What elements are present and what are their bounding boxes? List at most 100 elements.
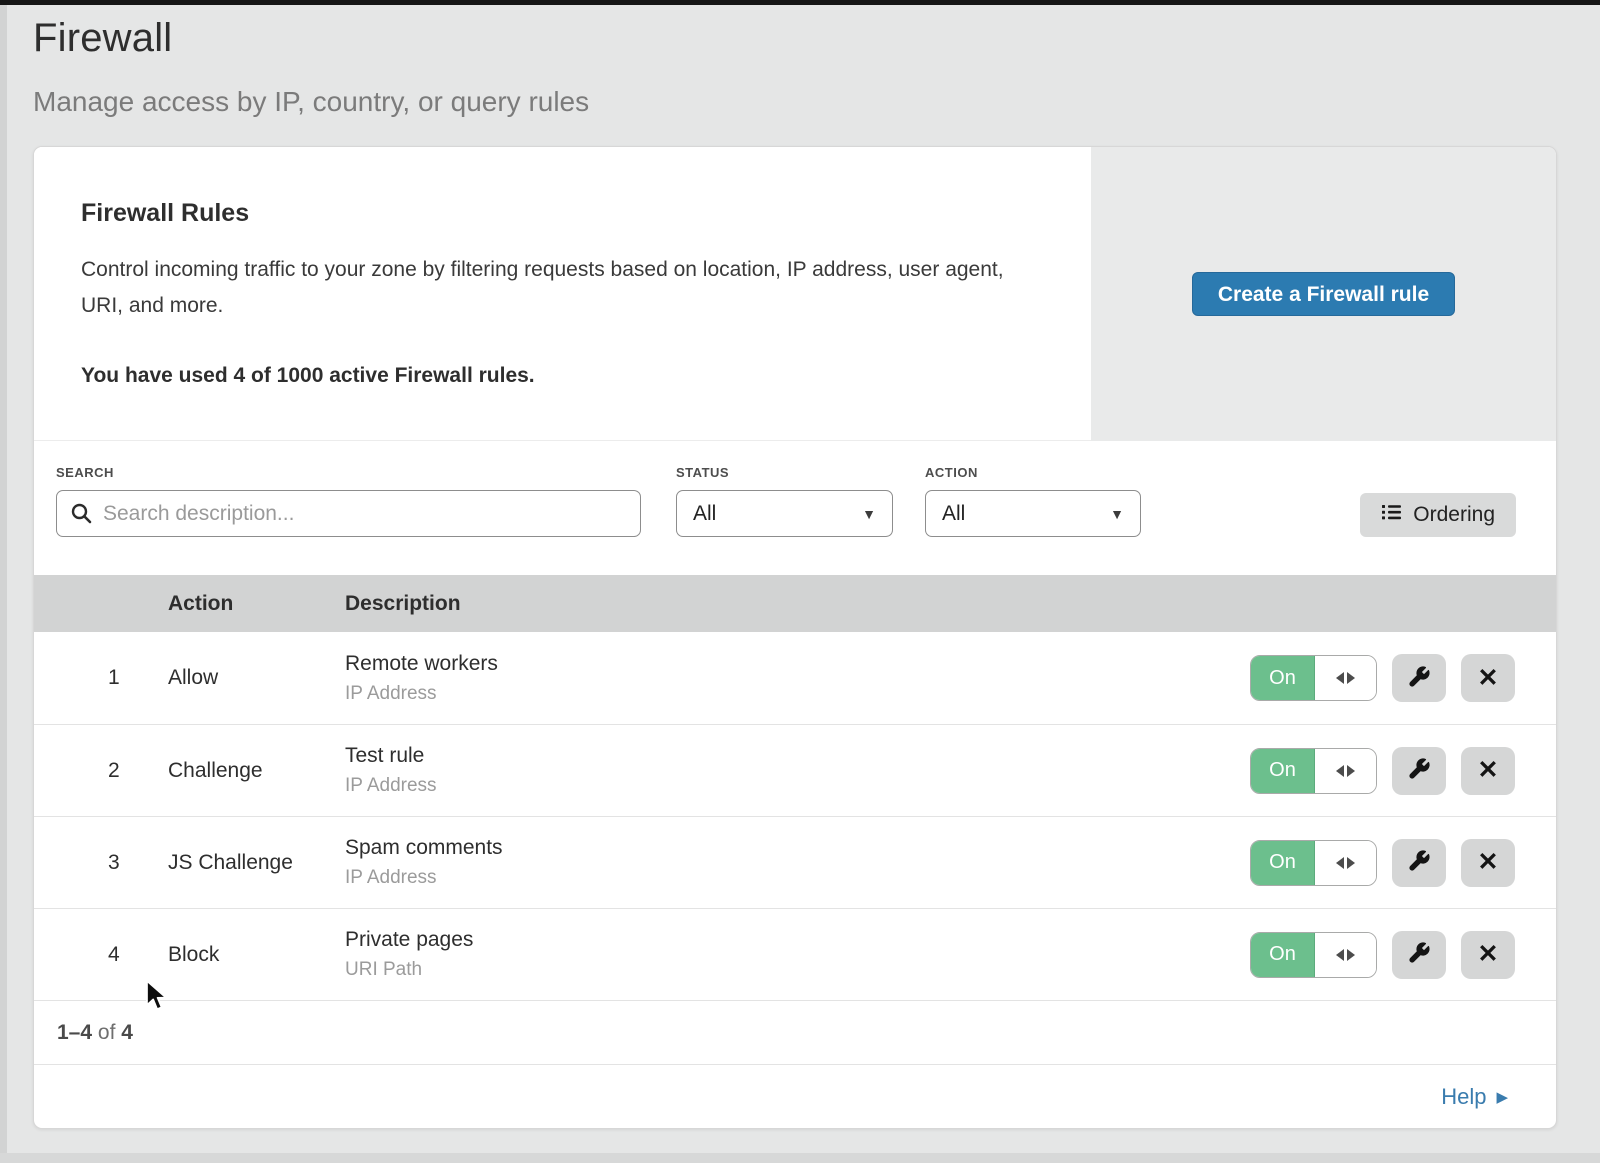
- delete-rule-button[interactable]: ✕: [1461, 747, 1515, 795]
- help-link-label: Help: [1441, 1084, 1486, 1110]
- chevron-down-icon: ▼: [862, 506, 876, 522]
- chevron-down-icon: ▼: [1110, 506, 1124, 522]
- page-subtitle: Manage access by IP, country, or query r…: [33, 86, 1600, 118]
- rule-priority: 1: [34, 666, 168, 690]
- page-title: Firewall: [33, 16, 1600, 61]
- rule-match-field: IP Address: [345, 867, 1236, 889]
- rule-priority: 2: [34, 759, 168, 783]
- table-row: 1 Allow Remote workers IP Address On: [34, 632, 1556, 724]
- help-bar: Help ▶: [34, 1064, 1556, 1128]
- hero-section: Firewall Rules Control incoming traffic …: [34, 147, 1556, 441]
- search-input[interactable]: [56, 490, 641, 537]
- close-icon: ✕: [1478, 850, 1499, 875]
- rule-action: Challenge: [168, 759, 345, 783]
- window-top-edge: [0, 0, 1600, 5]
- list-icon: [1381, 502, 1402, 528]
- arrow-right-icon: [1347, 857, 1355, 869]
- wrench-icon: [1407, 665, 1431, 692]
- search-filter-group: SEARCH: [56, 465, 641, 537]
- rule-description: Private pages: [345, 928, 1236, 952]
- toggle-on-label: On: [1251, 933, 1315, 977]
- rule-priority: 4: [34, 943, 168, 967]
- create-firewall-rule-button[interactable]: Create a Firewall rule: [1192, 272, 1455, 316]
- toggle-on-label: On: [1251, 656, 1315, 700]
- rule-description-cell: Remote workers IP Address: [345, 652, 1236, 705]
- rule-enabled-toggle[interactable]: On: [1250, 655, 1377, 701]
- firewall-rules-card: Firewall Rules Control incoming traffic …: [33, 146, 1557, 1129]
- caret-right-icon: ▶: [1496, 1088, 1508, 1106]
- rule-controls: On ✕: [1236, 931, 1556, 979]
- action-filter-group: ACTION All ▼: [925, 465, 1141, 537]
- status-select[interactable]: All ▼: [676, 490, 893, 537]
- action-select[interactable]: All ▼: [925, 490, 1141, 537]
- edit-rule-button[interactable]: [1392, 839, 1446, 887]
- status-label: STATUS: [676, 465, 893, 480]
- delete-rule-button[interactable]: ✕: [1461, 931, 1515, 979]
- toggle-handle: [1315, 749, 1376, 793]
- table-row: 2 Challenge Test rule IP Address On: [34, 724, 1556, 816]
- rule-action: JS Challenge: [168, 851, 345, 875]
- ordering-button-label: Ordering: [1413, 503, 1495, 527]
- rule-description-cell: Private pages URI Path: [345, 928, 1236, 981]
- arrow-left-icon: [1336, 949, 1344, 961]
- status-selected-value: All: [693, 502, 716, 526]
- pagination-range: 1–4: [57, 1021, 92, 1045]
- close-icon: ✕: [1478, 942, 1499, 967]
- table-row: 4 Block Private pages URI Path On: [34, 908, 1556, 1000]
- wrench-icon: [1407, 849, 1431, 876]
- action-column-header: Action: [168, 592, 345, 616]
- arrow-left-icon: [1336, 672, 1344, 684]
- wrench-icon: [1407, 757, 1431, 784]
- pagination-of: of: [98, 1021, 116, 1045]
- rule-controls: On ✕: [1236, 654, 1556, 702]
- action-selected-value: All: [942, 502, 965, 526]
- page-header: Firewall Manage access by IP, country, o…: [0, 0, 1600, 118]
- edit-rule-button[interactable]: [1392, 931, 1446, 979]
- rule-description: Test rule: [345, 744, 1236, 768]
- wrench-icon: [1407, 941, 1431, 968]
- rule-match-field: IP Address: [345, 683, 1236, 705]
- delete-rule-button[interactable]: ✕: [1461, 654, 1515, 702]
- rule-match-field: URI Path: [345, 959, 1236, 981]
- rule-description: Remote workers: [345, 652, 1236, 676]
- pagination-total: 4: [121, 1021, 133, 1045]
- rule-match-field: IP Address: [345, 775, 1236, 797]
- rule-enabled-toggle[interactable]: On: [1250, 932, 1377, 978]
- hero-text-panel: Firewall Rules Control incoming traffic …: [34, 147, 1091, 441]
- rule-priority: 3: [34, 851, 168, 875]
- window-bottom-edge: [0, 1153, 1600, 1163]
- action-label: ACTION: [925, 465, 1141, 480]
- search-label: SEARCH: [56, 465, 641, 480]
- rule-enabled-toggle[interactable]: On: [1250, 748, 1377, 794]
- rule-enabled-toggle[interactable]: On: [1250, 840, 1377, 886]
- arrow-left-icon: [1336, 765, 1344, 777]
- delete-rule-button[interactable]: ✕: [1461, 839, 1515, 887]
- search-wrap: [56, 490, 641, 537]
- ordering-button[interactable]: Ordering: [1360, 493, 1516, 537]
- rule-description: Spam comments: [345, 836, 1236, 860]
- toggle-on-label: On: [1251, 841, 1315, 885]
- description-column-header: Description: [345, 592, 1556, 616]
- rule-description-cell: Test rule IP Address: [345, 744, 1236, 797]
- card-heading: Firewall Rules: [81, 199, 1021, 228]
- rule-description-cell: Spam comments IP Address: [345, 836, 1236, 889]
- arrow-right-icon: [1347, 672, 1355, 684]
- rule-action: Allow: [168, 666, 345, 690]
- arrow-right-icon: [1347, 765, 1355, 777]
- table-row: 3 JS Challenge Spam comments IP Address …: [34, 816, 1556, 908]
- hero-action-panel: Create a Firewall rule: [1091, 147, 1556, 441]
- edit-rule-button[interactable]: [1392, 654, 1446, 702]
- toggle-handle: [1315, 656, 1376, 700]
- status-filter-group: STATUS All ▼: [676, 465, 893, 537]
- close-icon: ✕: [1478, 666, 1499, 691]
- toggle-handle: [1315, 841, 1376, 885]
- rules-table-body: 1 Allow Remote workers IP Address On: [34, 632, 1556, 1000]
- filters-bar: SEARCH STATUS All ▼ ACTION All ▼: [34, 441, 1556, 575]
- window-left-edge: [0, 0, 7, 1163]
- usage-summary: You have used 4 of 1000 active Firewall …: [81, 364, 1021, 388]
- help-link[interactable]: Help ▶: [1441, 1084, 1508, 1110]
- arrow-left-icon: [1336, 857, 1344, 869]
- edit-rule-button[interactable]: [1392, 747, 1446, 795]
- toggle-on-label: On: [1251, 749, 1315, 793]
- card-description: Control incoming traffic to your zone by…: [81, 252, 1021, 324]
